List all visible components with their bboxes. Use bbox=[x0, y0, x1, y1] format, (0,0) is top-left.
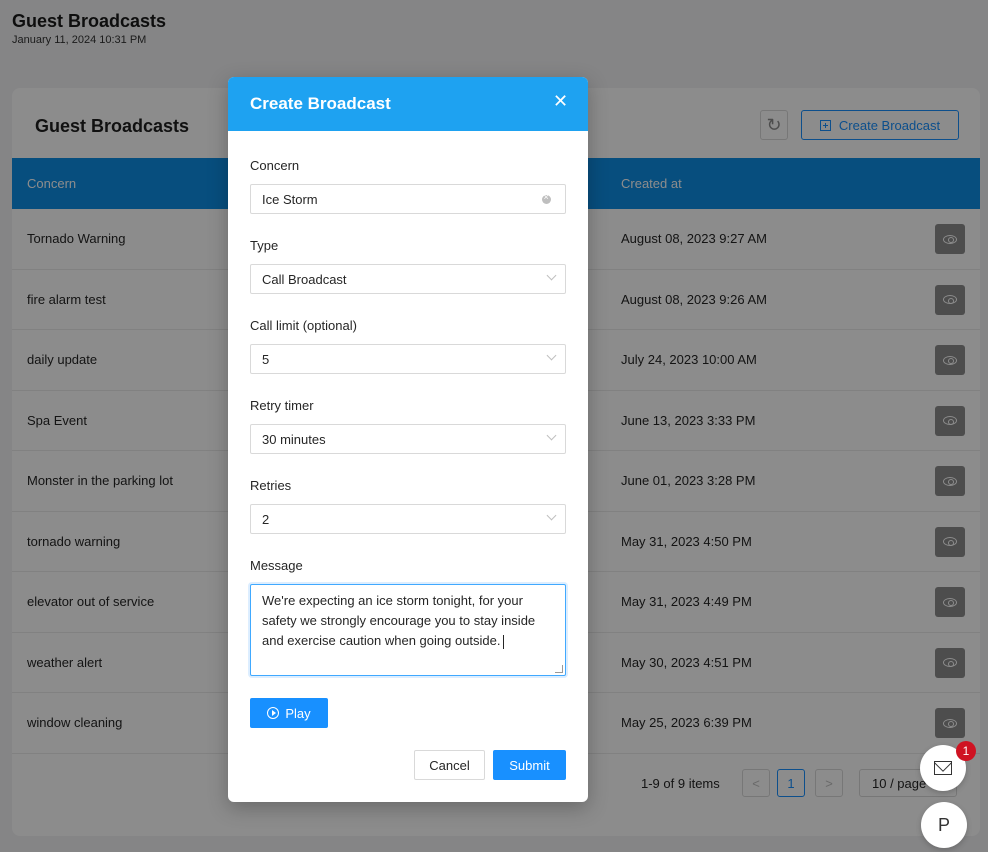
submit-button[interactable]: Submit bbox=[493, 750, 566, 780]
mail-icon bbox=[934, 761, 952, 775]
resize-handle[interactable] bbox=[555, 665, 563, 673]
retry-timer-label: Retry timer bbox=[250, 398, 314, 413]
play-circle-icon bbox=[267, 707, 280, 719]
type-value: Call Broadcast bbox=[262, 272, 347, 287]
user-avatar[interactable]: P bbox=[921, 802, 967, 848]
retry-timer-select[interactable]: 30 minutes bbox=[250, 424, 566, 454]
chevron-down-icon bbox=[546, 270, 557, 281]
call-limit-value: 5 bbox=[262, 352, 270, 367]
chevron-down-icon bbox=[546, 510, 557, 521]
play-label: Play bbox=[285, 705, 311, 721]
retry-timer-value: 30 minutes bbox=[262, 432, 326, 447]
chevron-down-icon bbox=[546, 350, 557, 361]
call-limit-select[interactable]: 5 bbox=[250, 344, 566, 374]
retries-value: 2 bbox=[262, 512, 270, 527]
cancel-button[interactable]: Cancel bbox=[414, 750, 485, 780]
chevron-down-icon bbox=[546, 430, 557, 441]
close-icon[interactable]: ✕ bbox=[553, 91, 568, 112]
concern-label: Concern bbox=[250, 158, 300, 173]
modal-title: Create Broadcast bbox=[250, 94, 391, 113]
text-caret bbox=[502, 634, 504, 649]
message-label: Message bbox=[250, 558, 303, 573]
retries-select[interactable]: 2 bbox=[250, 504, 566, 534]
call-limit-label: Call limit (optional) bbox=[250, 318, 357, 333]
clear-icon[interactable] bbox=[542, 192, 551, 204]
modal-header: Create Broadcast ✕ bbox=[228, 77, 588, 131]
concern-value: Ice Storm bbox=[262, 192, 318, 207]
retries-label: Retries bbox=[250, 478, 292, 493]
type-label: Type bbox=[250, 238, 279, 253]
message-value: We're expecting an ice storm tonight, fo… bbox=[262, 593, 536, 648]
create-broadcast-modal: Create Broadcast ✕ Concern Ice Storm Typ… bbox=[228, 77, 588, 802]
play-button[interactable]: Play bbox=[250, 698, 328, 728]
notification-badge: 1 bbox=[956, 741, 976, 761]
type-select[interactable]: Call Broadcast bbox=[250, 264, 566, 294]
message-textarea[interactable]: We're expecting an ice storm tonight, fo… bbox=[250, 584, 566, 676]
concern-input[interactable]: Ice Storm bbox=[250, 184, 566, 214]
